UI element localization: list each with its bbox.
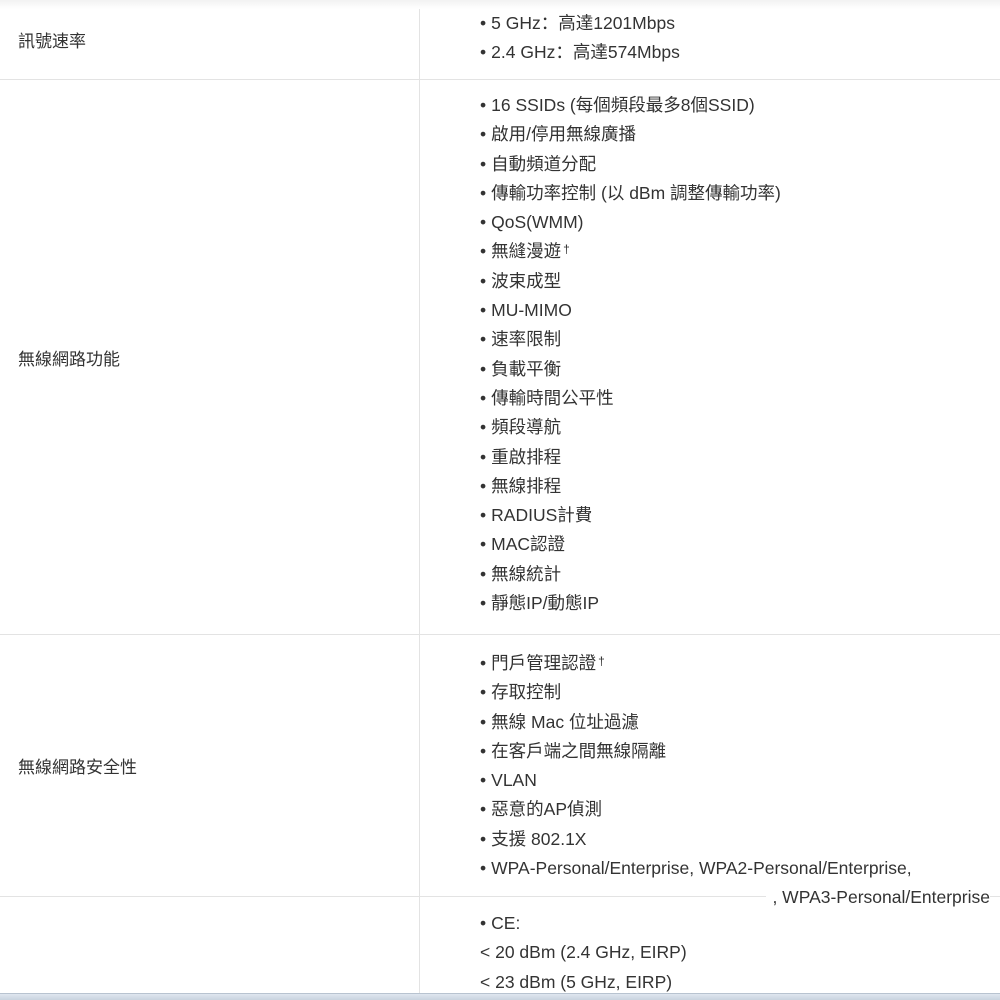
spec-value-signal-rate: • 5 GHz：高達1201Mbps • 2.4 GHz：高達574Mbps [420,9,1000,79]
spec-row-wireless-security: 無線網路安全性 • 門戶管理認證 † • 存取控制 • 無線 Mac 位址過濾 • 在客戶… [0,635,1000,908]
list-item: • 速率限制 [480,329,562,350]
list-item: • 5 GHz：高達1201Mbps [480,13,675,33]
list-item: • 在客戶端之間無線隔離 [480,740,667,761]
list-item: • 支援 802.1X [480,828,587,849]
dagger-footnote-mark: † [563,242,570,257]
wpa-continuation-text: , WPA3-Personal/Enterprise [766,887,990,908]
list-item: • 傳輸功率控制 (以 dBm 調整傳輸功率) [480,182,781,203]
list-item: • 自動頻道分配 [480,153,597,174]
spec-value-transmit-power: • CE: < 20 dBm (2.4 GHz, EIRP) < 23 dBm (… [420,897,1000,1000]
list-item: • 16 SSIDs (每個頻段最多8個SSID) [480,95,755,115]
spec-row-wireless-features: 無線網路功能 • 16 SSIDs (每個頻段最多8個SSID) • 啟用/停用無線… [0,80,1000,635]
spec-row-signal-rate: 訊號速率 • 5 GHz：高達1201Mbps • 2.4 GHz：高達574Mbp… [0,9,1000,80]
dagger-footnote-mark: † [598,654,605,668]
list-item: • 2.4 GHz：高達574Mbps [480,42,680,63]
list-item: • 傳輸時間公平性 [480,387,614,408]
spec-label-wireless-features: 無線網路功能 [0,80,420,634]
spec-label-wireless-security: 無線網路安全性 [0,635,420,896]
list-item: • 重啟排程 [480,446,562,467]
window-bottom-edge [0,993,1000,1000]
list-item: • 存取控制 [480,682,562,703]
list-item: • 無線統計 [480,563,562,584]
spec-label-signal-rate: 訊號速率 [0,9,420,79]
spec-table: 訊號速率 • 5 GHz：高達1201Mbps • 2.4 GHz：高達574Mbp… [0,9,1000,1000]
list-item: • 靜態IP/動態IP [480,593,600,614]
list-item: • VLAN [480,770,537,791]
list-item: • 無線排程 [480,475,562,496]
list-item: • QoS(WMM) [480,212,584,233]
list-item: • WPA-Personal/Enterprise, WPA2-Personal/… [480,858,912,879]
list-item: • MU-MIMO [480,300,572,321]
list-item: • 無縫漫遊 † [480,241,570,262]
spec-row-transmit-power: • CE: < 20 dBm (2.4 GHz, EIRP) < 23 dBm (… [0,897,1000,1000]
list-item: • MAC認證 [480,534,566,555]
list-item: • 啟用/停用無線廣播 [480,124,637,145]
list-item: • 惡意的AP偵測 [480,799,602,820]
list-item: • 門戶管理認證 † [480,653,605,673]
list-item: • 波束成型 [480,270,562,291]
list-item: • RADIUS計費 [480,505,593,526]
list-item: • 負載平衡 [480,358,562,379]
spec-value-wireless-features: • 16 SSIDs (每個頻段最多8個SSID) • 啟用/停用無線廣播 • 自動頻… [420,80,1000,634]
spec-value-wireless-security: • 門戶管理認證 † • 存取控制 • 無線 Mac 位址過濾 • 在客戶端之間無線隔離 … [420,635,1000,896]
list-item: < 20 dBm (2.4 GHz, EIRP) [480,942,687,963]
list-item: • 無線 Mac 位址過濾 [480,711,639,732]
spec-page: 訊號速率 • 5 GHz：高達1201Mbps • 2.4 GHz：高達574Mbp… [0,0,1000,1000]
spec-label-transmit-power [0,897,420,1000]
top-edge [0,0,1000,9]
list-item: • CE: [480,913,521,933]
list-item: • 頻段導航 [480,417,562,438]
